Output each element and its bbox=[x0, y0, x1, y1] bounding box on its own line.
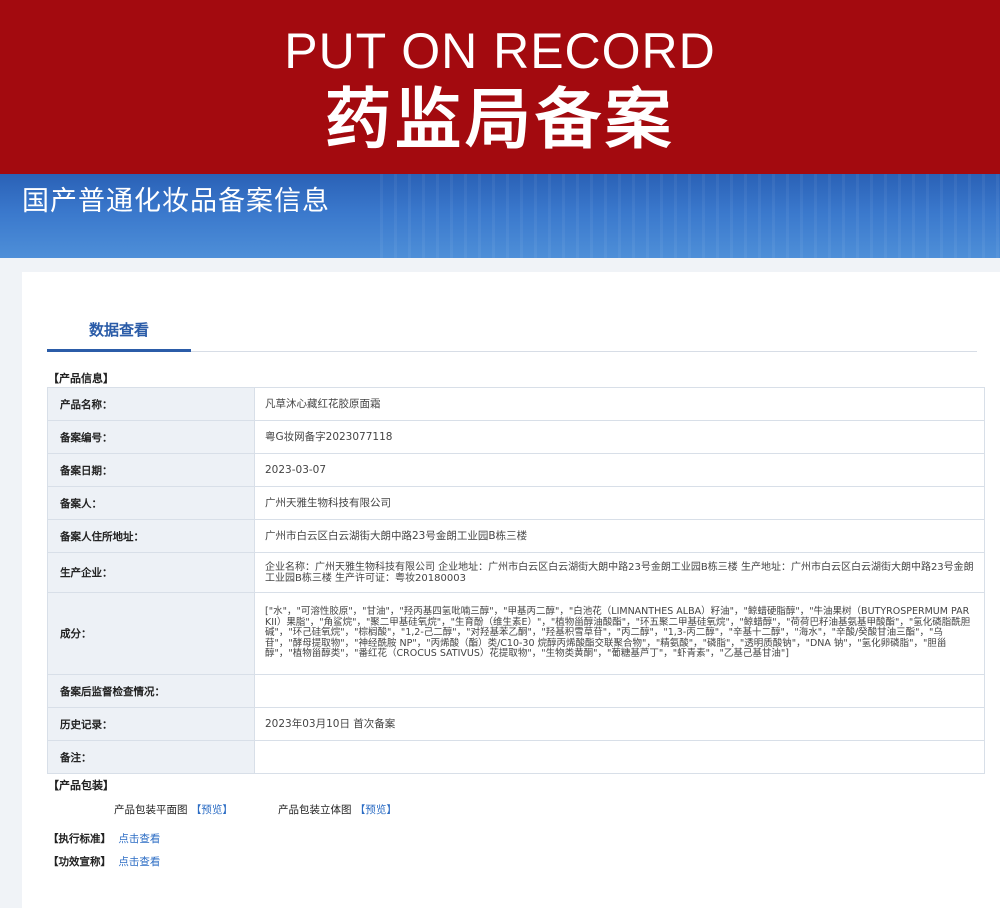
packaging-solid-row: 产品包装立体图 【预览】 bbox=[278, 802, 397, 818]
table-row: 成分： ["水"，"可溶性胶原"，"甘油"，"羟丙基四氢吡喃三醇"，"甲基丙二醇… bbox=[47, 592, 985, 675]
standard-label: 【执行标准】 bbox=[48, 833, 111, 845]
top-banner: PUT ON RECORD 药监局备案 bbox=[0, 0, 1000, 174]
field-value: 凡草沐心藏红花胶原面霜 bbox=[254, 387, 985, 421]
table-row: 产品名称： 凡草沐心藏红花胶原面霜 bbox=[47, 387, 985, 421]
field-label: 备案编号： bbox=[47, 420, 255, 454]
hero-header: 国产普通化妆品备案信息 bbox=[0, 174, 1000, 258]
table-row: 生产企业： 企业名称：广州天雅生物科技有限公司 企业地址：广州市白云区白云湖街大… bbox=[47, 552, 985, 593]
efficacy-label: 【功效宣称】 bbox=[48, 856, 111, 868]
packaging-flat-row: 产品包装平面图 【预览】 bbox=[114, 802, 233, 818]
field-value bbox=[254, 674, 985, 708]
field-value: 2023-03-07 bbox=[254, 453, 985, 487]
field-label: 成分： bbox=[47, 592, 255, 675]
standard-view-link[interactable]: 点击查看 bbox=[118, 833, 160, 845]
field-label: 备注： bbox=[47, 740, 255, 774]
field-value bbox=[254, 740, 985, 774]
field-value: 广州天雅生物科技有限公司 bbox=[254, 486, 985, 520]
table-row: 备注： bbox=[47, 740, 985, 774]
table-row: 备案编号： 粤G妆网备字2023077118 bbox=[47, 420, 985, 454]
product-info-heading: 【产品信息】 bbox=[48, 372, 114, 385]
banner-chinese-title: 药监局备案 bbox=[325, 81, 675, 158]
standard-row: 【执行标准】 点击查看 bbox=[48, 831, 160, 847]
product-info-table: 产品名称： 凡草沐心藏红花胶原面霜 备案编号： 粤G妆网备字2023077118… bbox=[47, 387, 985, 774]
page-body: 数据查看 【产品信息】 产品名称： 凡草沐心藏红花胶原面霜 备案编号： 粤G妆网… bbox=[0, 258, 1000, 908]
packaging-solid-preview-link[interactable]: 【预览】 bbox=[355, 804, 397, 816]
tab-bar: 数据查看 bbox=[47, 308, 977, 352]
field-label: 备案后监督检查情况： bbox=[47, 674, 255, 708]
field-label: 备案日期： bbox=[47, 453, 255, 487]
packaging-solid-label: 产品包装立体图 bbox=[278, 804, 352, 816]
banner-english-title: PUT ON RECORD bbox=[284, 23, 716, 79]
page-title: 国产普通化妆品备案信息 bbox=[22, 186, 330, 217]
table-row: 历史记录： 2023年03月10日 首次备案 bbox=[47, 707, 985, 741]
packaging-flat-preview-link[interactable]: 【预览】 bbox=[191, 804, 233, 816]
field-value: ["水"，"可溶性胶原"，"甘油"，"羟丙基四氢吡喃三醇"，"甲基丙二醇"，"白… bbox=[254, 592, 985, 675]
content-card: 数据查看 【产品信息】 产品名称： 凡草沐心藏红花胶原面霜 备案编号： 粤G妆网… bbox=[22, 272, 1000, 908]
tab-data-view[interactable]: 数据查看 bbox=[47, 308, 191, 352]
efficacy-row: 【功效宣称】 点击查看 bbox=[48, 854, 160, 870]
field-label: 备案人： bbox=[47, 486, 255, 520]
table-row: 备案人： 广州天雅生物科技有限公司 bbox=[47, 486, 985, 520]
table-row: 备案后监督检查情况： bbox=[47, 674, 985, 708]
table-row: 备案日期： 2023-03-07 bbox=[47, 453, 985, 487]
field-label: 产品名称： bbox=[47, 387, 255, 421]
field-value: 粤G妆网备字2023077118 bbox=[254, 420, 985, 454]
table-row: 备案人住所地址： 广州市白云区白云湖街大朗中路23号金朗工业园B栋三楼 bbox=[47, 519, 985, 553]
field-value: 2023年03月10日 首次备案 bbox=[254, 707, 985, 741]
field-label: 生产企业： bbox=[47, 552, 255, 593]
packaging-heading: 【产品包装】 bbox=[48, 779, 114, 792]
field-label: 备案人住所地址： bbox=[47, 519, 255, 553]
field-label: 历史记录： bbox=[47, 707, 255, 741]
packaging-flat-label: 产品包装平面图 bbox=[114, 804, 188, 816]
efficacy-view-link[interactable]: 点击查看 bbox=[118, 856, 160, 868]
field-value: 企业名称：广州天雅生物科技有限公司 企业地址：广州市白云区白云湖街大朗中路23号… bbox=[254, 552, 985, 593]
field-value: 广州市白云区白云湖街大朗中路23号金朗工业园B栋三楼 bbox=[254, 519, 985, 553]
